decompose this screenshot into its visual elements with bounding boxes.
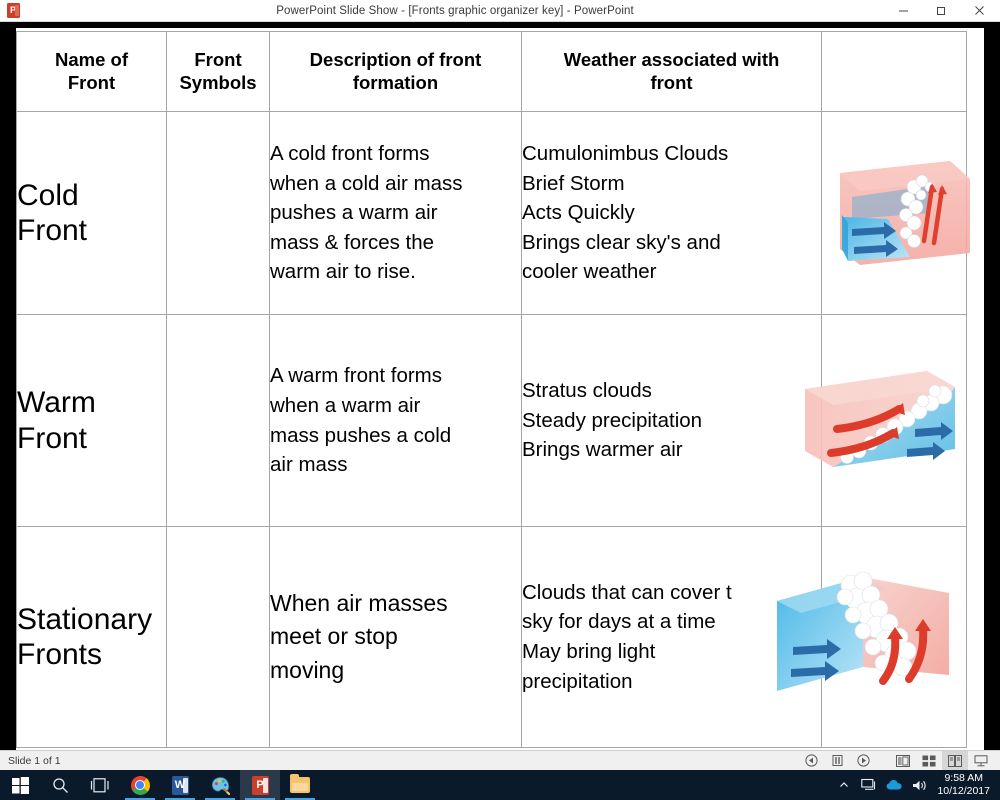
slide-show-area[interactable]: Name of Front Front Symbols Description … (0, 22, 1000, 750)
pause-slide-icon[interactable] (824, 751, 850, 771)
window-controls (884, 0, 998, 22)
file-explorer-icon[interactable] (280, 770, 320, 800)
cell-diagram (805, 314, 967, 527)
table-header-row: Name of Front Front Symbols Description … (16, 31, 967, 112)
cell-front-name: Stationary Fronts (16, 526, 167, 748)
window-title: PowerPoint Slide Show - [Fronts graphic … (276, 4, 634, 17)
cell-description: A cold front forms when a cold air mass … (269, 111, 522, 315)
status-bar: Slide 1 of 1 (0, 750, 1000, 771)
header-description: Description of front formation (269, 31, 522, 112)
paint-icon[interactable] (200, 770, 240, 800)
clock[interactable]: 9:58 AM 10/12/2017 (935, 772, 994, 798)
status-bar-controls (798, 750, 1000, 771)
slide-indicator: Slide 1 of 1 (8, 754, 61, 767)
cell-front-name: Warm Front (16, 314, 167, 527)
cold-front-diagram (840, 161, 970, 265)
powerpoint-icon: P (0, 0, 26, 22)
close-button[interactable] (960, 0, 998, 22)
taskbar: W P 9:58 AM 10/12/2017 (0, 770, 1000, 800)
cell-front-name: Cold Front (16, 111, 167, 315)
network-icon[interactable] (860, 775, 878, 795)
table-row: Cold Front A cold front forms when a col… (16, 111, 970, 315)
clock-date: 10/12/2017 (937, 785, 990, 797)
header-image (821, 31, 967, 112)
reading-view-icon[interactable] (942, 750, 968, 771)
title-bar: P PowerPoint Slide Show - [Fronts graphi… (0, 0, 1000, 22)
header-front-symbols: Front Symbols (166, 31, 270, 112)
slide-sorter-icon[interactable] (916, 751, 942, 771)
table-row: Stationary Fronts When air masses meet o… (16, 526, 967, 748)
word-icon[interactable]: W (160, 770, 200, 800)
next-slide-icon[interactable] (850, 751, 876, 771)
cell-description: When air masses meet or stop moving (269, 526, 522, 748)
powerpoint-icon[interactable]: P (240, 770, 280, 800)
cell-diagram (821, 111, 970, 315)
cell-weather: Stratus clouds Steady precipitation Brin… (521, 314, 822, 527)
cell-front-symbol (166, 526, 270, 748)
volume-icon[interactable] (910, 775, 928, 795)
cell-front-symbol (166, 314, 270, 527)
cell-description: A warm front forms when a warm air mass … (269, 314, 522, 527)
table-row: Warm Front A warm front forms when a war… (16, 314, 967, 527)
show-hidden-icons-icon[interactable] (835, 775, 853, 795)
fronts-table: Name of Front Front Symbols Description … (16, 31, 970, 748)
start-icon[interactable] (0, 770, 40, 800)
cell-diagram (777, 526, 967, 748)
header-weather: Weather associated with front (521, 31, 822, 112)
chrome-icon[interactable] (120, 770, 160, 800)
normal-view-icon[interactable] (890, 751, 916, 771)
header-name-of-front: Name of Front (16, 31, 167, 112)
onedrive-icon[interactable] (885, 775, 903, 795)
slide-canvas: Name of Front Front Symbols Description … (16, 28, 984, 750)
task-view-icon[interactable] (80, 770, 120, 800)
minimize-button[interactable] (884, 0, 922, 22)
slide-show-icon[interactable] (968, 751, 994, 771)
cell-weather: Cumulonimbus Clouds Brief Storm Acts Qui… (521, 111, 822, 315)
search-icon[interactable] (40, 770, 80, 800)
previous-slide-icon[interactable] (798, 751, 824, 771)
app-window: P PowerPoint Slide Show - [Fronts graphi… (0, 0, 1000, 800)
stationary-front-diagram (777, 571, 949, 691)
restore-button[interactable] (922, 0, 960, 22)
clock-time: 9:58 AM (944, 771, 983, 784)
system-tray: 9:58 AM 10/12/2017 (835, 772, 1000, 798)
cell-front-symbol (166, 111, 270, 315)
warm-front-diagram (805, 370, 955, 467)
